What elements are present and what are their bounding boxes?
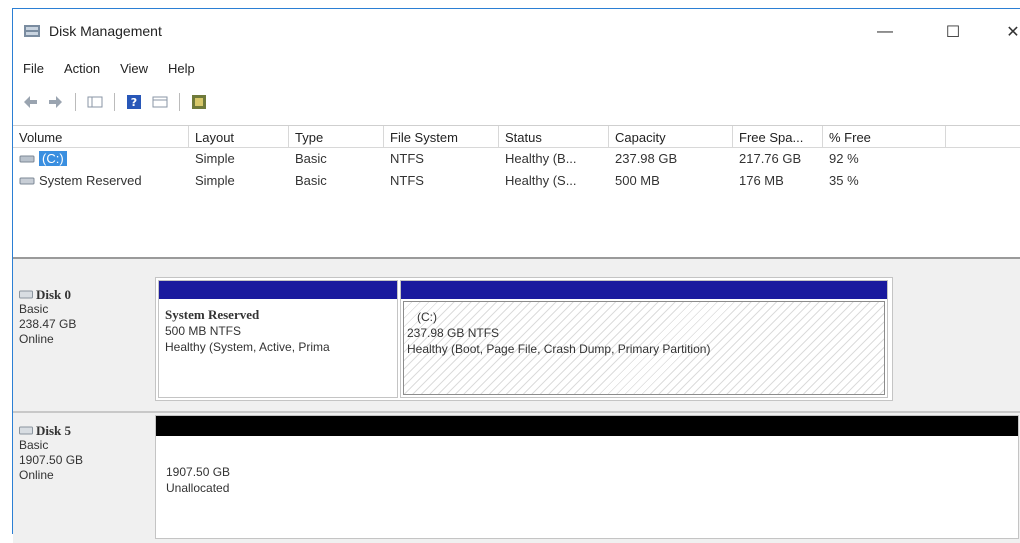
console-tree-button[interactable] bbox=[84, 91, 106, 113]
column-file-system[interactable]: File System bbox=[384, 126, 499, 147]
menu-action[interactable]: Action bbox=[54, 59, 110, 81]
volume-name: System Reserved bbox=[39, 173, 142, 188]
disk-size: 238.47 GB bbox=[19, 317, 77, 331]
type-cell: Basic bbox=[295, 151, 327, 166]
menu-file[interactable]: File bbox=[13, 59, 54, 81]
file-system-cell: NTFS bbox=[390, 173, 424, 188]
column-free-space[interactable]: Free Spa... bbox=[733, 126, 823, 147]
disk-info[interactable]: Disk 5 Basic 1907.50 GB Online bbox=[19, 423, 149, 483]
console-tree-icon bbox=[87, 96, 103, 108]
partition-bar-unallocated bbox=[156, 416, 1018, 436]
minimize-button[interactable]: — bbox=[865, 17, 905, 47]
disk-type: Basic bbox=[19, 302, 49, 316]
menu-bar: File Action View Help bbox=[13, 59, 205, 81]
disk-name: Disk 5 bbox=[36, 423, 72, 438]
help-icon: ? bbox=[127, 95, 141, 109]
disk-state: Online bbox=[19, 468, 54, 482]
help-button[interactable]: ? bbox=[123, 91, 145, 113]
percent-free-cell: 92 % bbox=[829, 151, 859, 166]
capacity-cell: 237.98 GB bbox=[615, 151, 678, 166]
capacity-cell: 500 MB bbox=[615, 173, 660, 188]
volume-list-header: Volume Layout Type File System Status Ca… bbox=[13, 126, 1020, 148]
window-title: Disk Management bbox=[49, 23, 162, 39]
partition-label: (C:) bbox=[417, 310, 437, 324]
maximize-button[interactable]: ☐ bbox=[933, 17, 973, 47]
partition-bar-primary bbox=[401, 281, 887, 299]
volume-list: Volume Layout Type File System Status Ca… bbox=[13, 125, 1020, 263]
disk-icon bbox=[19, 290, 33, 299]
partition-bar-primary bbox=[159, 281, 397, 299]
volume-name: (C:) bbox=[39, 151, 67, 166]
partition-c-drive[interactable]: (C:) 237.98 GB NTFS Healthy (Boot, Page … bbox=[400, 280, 888, 398]
title-bar[interactable]: Disk Management — ☐ ✕ bbox=[13, 9, 1020, 53]
column-status[interactable]: Status bbox=[499, 126, 609, 147]
column-volume[interactable]: Volume bbox=[13, 126, 189, 147]
column-capacity[interactable]: Capacity bbox=[609, 126, 733, 147]
close-button[interactable]: ✕ bbox=[993, 17, 1020, 47]
status-cell: Healthy (S... bbox=[505, 173, 577, 188]
menu-view[interactable]: View bbox=[110, 59, 158, 81]
free-space-cell: 217.76 GB bbox=[739, 151, 802, 166]
svg-text:?: ? bbox=[131, 96, 137, 109]
properties-button[interactable] bbox=[149, 91, 171, 113]
file-system-cell: NTFS bbox=[390, 151, 424, 166]
partition-status: Healthy (System, Active, Prima bbox=[165, 340, 330, 354]
partition-system-reserved[interactable]: System Reserved 500 MB NTFS Healthy (Sys… bbox=[158, 280, 398, 398]
column-empty bbox=[946, 126, 1020, 147]
partition-size: 500 MB NTFS bbox=[165, 324, 242, 338]
toolbar: ? bbox=[19, 89, 210, 115]
forward-arrow-icon bbox=[49, 96, 62, 108]
partition-size: 1907.50 GB bbox=[166, 465, 231, 479]
settings-button[interactable] bbox=[188, 91, 210, 113]
disk-settings-icon bbox=[192, 95, 206, 109]
disk-graphical-view: Disk 0 Basic 238.47 GB Online System Res… bbox=[13, 257, 1020, 543]
toolbar-separator bbox=[179, 93, 180, 111]
column-type[interactable]: Type bbox=[289, 126, 384, 147]
layout-cell: Simple bbox=[195, 151, 235, 166]
layout-cell: Simple bbox=[195, 173, 235, 188]
disk-info[interactable]: Disk 0 Basic 238.47 GB Online bbox=[19, 287, 149, 347]
properties-icon bbox=[152, 96, 168, 108]
status-cell: Healthy (B... bbox=[505, 151, 577, 166]
disk-state: Online bbox=[19, 332, 54, 346]
percent-free-cell: 35 % bbox=[829, 173, 859, 188]
table-row[interactable]: System Reserved Simple Basic NTFS Health… bbox=[13, 170, 1020, 192]
disk-management-window: Disk Management — ☐ ✕ File Action View H… bbox=[12, 8, 1020, 543]
forward-button[interactable] bbox=[45, 91, 67, 113]
disk-row: Disk 5 Basic 1907.50 GB Online 1907.50 G… bbox=[13, 411, 1020, 541]
column-percent-free[interactable]: % Free bbox=[823, 126, 946, 147]
table-row[interactable]: (C:) Simple Basic NTFS Healthy (B... 237… bbox=[13, 148, 1020, 170]
partition-label: System Reserved bbox=[165, 307, 260, 322]
disk-size: 1907.50 GB bbox=[19, 453, 84, 467]
toolbar-separator bbox=[114, 93, 115, 111]
free-space-cell: 176 MB bbox=[739, 173, 784, 188]
partition-status: Unallocated bbox=[166, 481, 230, 495]
partition-size: 237.98 GB NTFS bbox=[407, 326, 500, 340]
disk-management-icon bbox=[24, 25, 40, 37]
back-arrow-icon bbox=[24, 96, 37, 108]
partition-status: Healthy (Boot, Page File, Crash Dump, Pr… bbox=[407, 342, 711, 356]
volume-cell: System Reserved bbox=[13, 170, 189, 192]
back-button[interactable] bbox=[19, 91, 41, 113]
menu-help[interactable]: Help bbox=[158, 59, 205, 81]
toolbar-separator bbox=[75, 93, 76, 111]
volume-cell: (C:) bbox=[13, 148, 189, 170]
disk-icon bbox=[19, 426, 33, 435]
drive-icon bbox=[19, 177, 35, 184]
column-layout[interactable]: Layout bbox=[189, 126, 289, 147]
drive-icon bbox=[19, 155, 35, 162]
disk-type: Basic bbox=[19, 438, 49, 452]
type-cell: Basic bbox=[295, 173, 327, 188]
partition-unallocated[interactable]: 1907.50 GB Unallocated bbox=[155, 415, 1019, 539]
disk-row: Disk 0 Basic 238.47 GB Online System Res… bbox=[13, 277, 1020, 403]
disk-name: Disk 0 bbox=[36, 287, 72, 302]
disk-partitions: System Reserved 500 MB NTFS Healthy (Sys… bbox=[155, 277, 893, 401]
